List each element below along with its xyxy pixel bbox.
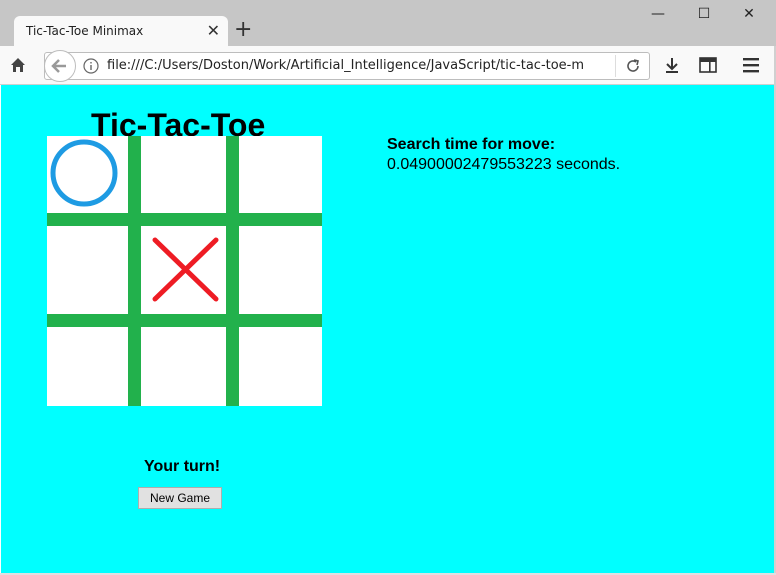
game-board bbox=[47, 136, 322, 406]
title-bar: Tic-Tac-Toe Minimax ✕ + — ☐ ✕ bbox=[0, 0, 776, 46]
reload-icon[interactable] bbox=[625, 58, 641, 74]
board-cell-6[interactable] bbox=[47, 327, 138, 417]
search-time-value: 0.04900002479553223 seconds. bbox=[387, 156, 621, 173]
page-content: Tic-Tac-Toe Search time for move: 0.0490… bbox=[1, 85, 774, 573]
board-cell-7[interactable] bbox=[141, 327, 232, 417]
info-icon[interactable] bbox=[83, 58, 99, 74]
board-cell-8[interactable] bbox=[239, 327, 330, 417]
navigation-bar: file:///C:/Users/Doston/Work/Artificial_… bbox=[0, 46, 776, 85]
x-mark-icon bbox=[152, 237, 219, 302]
maximize-button[interactable]: ☐ bbox=[690, 6, 718, 26]
url-bar[interactable]: file:///C:/Users/Doston/Work/Artificial_… bbox=[44, 50, 650, 82]
board-cell-4[interactable] bbox=[141, 226, 232, 316]
turn-status: Your turn! bbox=[144, 458, 221, 475]
new-tab-button[interactable]: + bbox=[234, 17, 252, 42]
download-icon[interactable] bbox=[663, 56, 681, 74]
new-game-button[interactable]: New Game bbox=[138, 487, 222, 509]
browser-tab[interactable]: Tic-Tac-Toe Minimax ✕ bbox=[14, 16, 228, 46]
url-text[interactable]: file:///C:/Users/Doston/Work/Artificial_… bbox=[107, 58, 583, 73]
back-arrow-icon bbox=[51, 59, 66, 73]
board-cell-0[interactable] bbox=[47, 136, 138, 226]
board-cell-5[interactable] bbox=[239, 226, 330, 316]
tab-close-icon[interactable]: ✕ bbox=[207, 21, 220, 40]
o-mark-icon bbox=[50, 139, 118, 207]
minimize-button[interactable]: — bbox=[644, 6, 672, 26]
close-window-button[interactable]: ✕ bbox=[735, 6, 763, 26]
tab-title: Tic-Tac-Toe Minimax bbox=[26, 24, 144, 38]
search-time-label: Search time for move: bbox=[387, 136, 556, 153]
menu-icon[interactable] bbox=[742, 57, 760, 73]
board-cell-1[interactable] bbox=[141, 136, 232, 226]
board-cell-2[interactable] bbox=[239, 136, 330, 226]
url-divider bbox=[615, 55, 616, 77]
board-cell-3[interactable] bbox=[47, 226, 138, 316]
home-icon[interactable] bbox=[9, 56, 27, 74]
sidebar-icon[interactable] bbox=[699, 57, 717, 73]
back-button[interactable] bbox=[44, 50, 76, 82]
